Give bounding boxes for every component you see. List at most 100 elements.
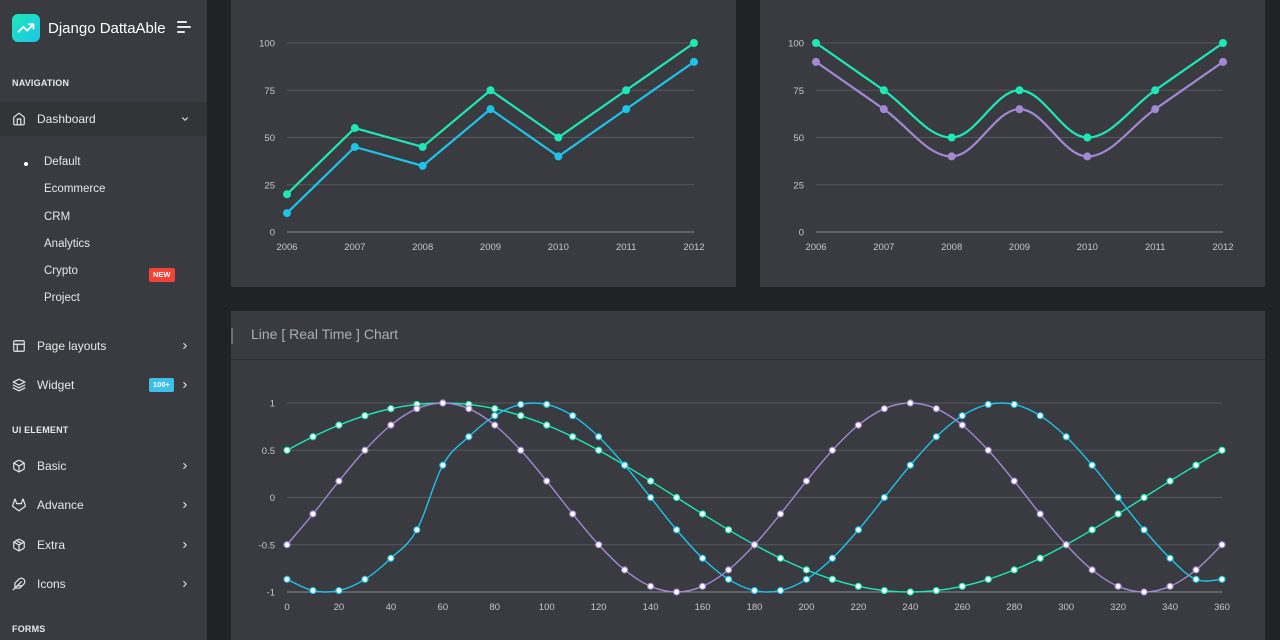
data-point[interactable] (690, 38, 699, 47)
data-point[interactable] (517, 446, 525, 454)
sidebar-item-basic[interactable]: Basic (0, 449, 207, 483)
data-point[interactable] (698, 554, 707, 562)
data-point[interactable] (569, 433, 577, 441)
data-point[interactable] (1218, 541, 1226, 549)
data-point[interactable] (282, 190, 291, 199)
data-point[interactable] (1062, 541, 1070, 549)
sidebar-item-dashboard[interactable]: Dashboard (0, 102, 207, 136)
data-point[interactable] (413, 405, 421, 413)
data-point[interactable] (1114, 582, 1122, 590)
data-point[interactable] (776, 510, 785, 518)
data-point[interactable] (309, 433, 317, 441)
data-point[interactable] (554, 133, 563, 142)
data-point[interactable] (1140, 493, 1148, 502)
data-point[interactable] (879, 105, 888, 114)
data-point[interactable] (1010, 477, 1018, 485)
data-point[interactable] (802, 566, 811, 574)
data-point[interactable] (361, 446, 369, 454)
data-point[interactable] (880, 405, 888, 413)
data-point[interactable] (880, 586, 888, 595)
data-point[interactable] (1219, 38, 1228, 47)
data-point[interactable] (491, 412, 499, 420)
data-point[interactable] (1036, 510, 1044, 518)
data-point[interactable] (1114, 510, 1122, 518)
submenu-item-ecommerce[interactable]: Ecommerce (0, 179, 207, 201)
data-point[interactable] (958, 582, 966, 590)
data-point[interactable] (776, 554, 785, 562)
data-point[interactable] (1010, 566, 1018, 574)
data-point[interactable] (958, 421, 966, 429)
data-point[interactable] (439, 399, 447, 407)
data-point[interactable] (1088, 526, 1096, 534)
data-point[interactable] (621, 566, 629, 574)
data-point[interactable] (1015, 105, 1024, 114)
data-point[interactable] (361, 412, 369, 420)
data-point[interactable] (622, 105, 631, 114)
data-point[interactable] (828, 554, 837, 562)
data-point[interactable] (621, 461, 629, 469)
submenu-item-analytics[interactable]: Analytics (0, 234, 207, 256)
data-point[interactable] (543, 421, 551, 429)
data-point[interactable] (486, 86, 495, 95)
data-point[interactable] (854, 526, 862, 534)
data-point[interactable] (413, 526, 421, 534)
data-point[interactable] (543, 477, 551, 485)
data-point[interactable] (1036, 412, 1044, 420)
data-point[interactable] (776, 586, 785, 595)
data-point[interactable] (647, 477, 655, 485)
data-point[interactable] (1166, 582, 1174, 590)
data-point[interactable] (802, 575, 811, 583)
data-point[interactable] (361, 575, 369, 583)
data-point[interactable] (595, 433, 603, 441)
data-point[interactable] (1192, 461, 1200, 469)
data-point[interactable] (309, 510, 317, 518)
data-point[interactable] (1192, 566, 1200, 574)
submenu-item-crm[interactable]: CRM (0, 207, 207, 229)
data-point[interactable] (672, 493, 681, 502)
data-point[interactable] (828, 575, 837, 583)
menu-toggle-icon[interactable] (177, 21, 191, 33)
data-point[interactable] (387, 554, 395, 562)
data-point[interactable] (387, 421, 395, 429)
data-point[interactable] (282, 209, 291, 218)
data-point[interactable] (465, 433, 473, 441)
data-point[interactable] (906, 461, 914, 469)
data-point[interactable] (906, 399, 914, 407)
data-point[interactable] (724, 575, 733, 583)
data-point[interactable] (1218, 446, 1226, 454)
data-point[interactable] (283, 446, 291, 454)
sidebar-item-page-layouts[interactable]: Page layouts (0, 329, 207, 363)
data-point[interactable] (984, 575, 992, 583)
data-point[interactable] (350, 142, 359, 151)
data-point[interactable] (350, 124, 359, 133)
data-point[interactable] (554, 152, 563, 161)
data-point[interactable] (947, 152, 956, 161)
data-point[interactable] (880, 493, 888, 502)
data-point[interactable] (1083, 152, 1092, 161)
data-point[interactable] (1088, 566, 1096, 574)
data-point[interactable] (698, 510, 707, 518)
data-point[interactable] (418, 142, 427, 151)
data-point[interactable] (690, 57, 699, 66)
data-point[interactable] (283, 575, 291, 583)
data-point[interactable] (491, 421, 499, 429)
brand-name[interactable]: Django DattaAble (48, 20, 166, 37)
data-point[interactable] (672, 588, 681, 596)
data-point[interactable] (1192, 575, 1200, 583)
data-point[interactable] (283, 541, 291, 549)
data-point[interactable] (1151, 105, 1160, 114)
data-point[interactable] (569, 510, 577, 518)
data-point[interactable] (984, 446, 992, 454)
data-point[interactable] (1083, 133, 1092, 142)
data-point[interactable] (647, 493, 655, 502)
data-point[interactable] (906, 588, 914, 596)
data-point[interactable] (698, 582, 707, 590)
data-point[interactable] (543, 400, 551, 409)
data-point[interactable] (802, 477, 811, 485)
data-point[interactable] (1140, 526, 1148, 534)
sidebar-item-advance[interactable]: Advance (0, 488, 207, 522)
data-point[interactable] (750, 586, 759, 595)
data-point[interactable] (418, 161, 427, 170)
data-point[interactable] (879, 86, 888, 95)
submenu-item-default[interactable]: Default (0, 152, 207, 174)
